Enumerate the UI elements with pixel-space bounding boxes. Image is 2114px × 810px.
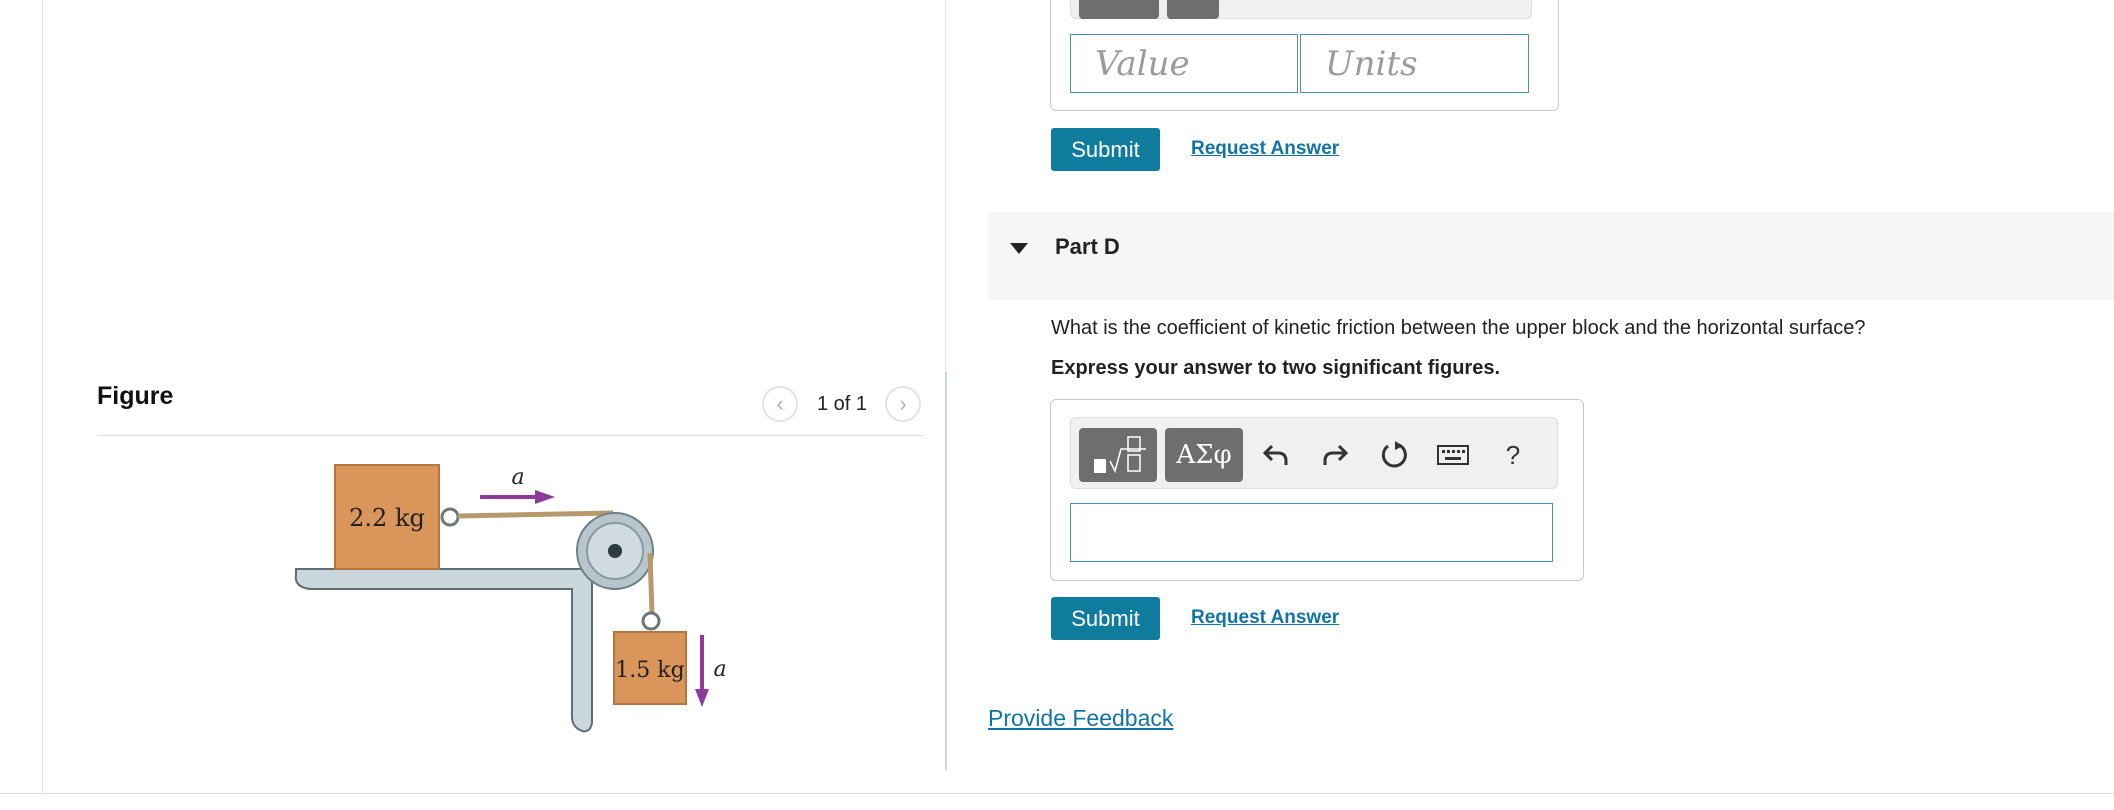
part-d-submit-button[interactable]: Submit: [1051, 597, 1160, 640]
value-field[interactable]: Value: [1070, 34, 1298, 93]
lower-block-label: 1.5 kg: [615, 658, 684, 683]
chevron-right-icon: ›: [899, 391, 907, 416]
part-d-question: What is the coefficient of kinetic frict…: [1051, 317, 1866, 339]
acceleration-label-top: a: [511, 465, 524, 490]
undo-icon[interactable]: [1254, 434, 1298, 476]
previous-figure-button[interactable]: ‹: [762, 386, 798, 422]
part-d-toolbar: ΑΣφ ?: [1070, 417, 1558, 489]
part-c-request-answer-link[interactable]: Request Answer: [1191, 138, 1339, 160]
units-field[interactable]: Units: [1300, 34, 1529, 93]
part-c-submit-button[interactable]: Submit: [1051, 128, 1160, 171]
upper-block-hook: [440, 507, 460, 527]
acceleration-arrowhead-vertical: [695, 689, 709, 707]
column-divider-accent: [945, 372, 947, 770]
value-placeholder: Value: [1095, 43, 1190, 84]
figure-page-indicator: 1 of 1: [817, 393, 868, 415]
provide-feedback-link[interactable]: Provide Feedback: [988, 705, 1173, 732]
part-d-request-answer-link[interactable]: Request Answer: [1191, 607, 1339, 629]
pulley-axle: [608, 544, 622, 558]
left-page-border: [42, 0, 43, 795]
templates-glyph: [1094, 436, 1146, 474]
reset-icon[interactable]: [1372, 434, 1416, 476]
rope-horizontal: [457, 510, 614, 519]
symbols-button[interactable]: ΑΣφ: [1165, 428, 1243, 482]
redo-icon[interactable]: [1313, 434, 1357, 476]
chevron-left-icon: ‹: [776, 391, 784, 416]
help-button[interactable]: ?: [1491, 434, 1535, 476]
figure-title: Figure: [97, 382, 174, 410]
part-d-header[interactable]: [988, 212, 2114, 300]
help-label: ?: [1505, 439, 1521, 470]
part-c-toolbar: [1070, 0, 1532, 19]
pulley-diagram: 2.2 kg a 1.5 kg a: [294, 464, 727, 733]
lower-block-hook: [641, 611, 661, 631]
units-template-icon[interactable]: [1167, 0, 1219, 19]
acceleration-label-side: a: [713, 657, 726, 682]
next-figure-button[interactable]: ›: [885, 386, 921, 422]
upper-block-label: 2.2 kg: [349, 504, 425, 532]
symbols-label: ΑΣφ: [1176, 440, 1232, 470]
units-placeholder: Units: [1325, 43, 1418, 84]
part-d-instruction: Express your answer to two significant f…: [1051, 357, 1500, 379]
keyboard-icon[interactable]: [1431, 434, 1475, 476]
bottom-page-border: [0, 793, 2114, 794]
acceleration-arrowhead-horizontal: [535, 490, 555, 504]
templates-icon[interactable]: [1079, 0, 1159, 19]
caret-down-icon[interactable]: [1010, 243, 1028, 254]
part-d-title: Part D: [1055, 234, 1120, 259]
figure-divider: [97, 435, 923, 436]
rope-vertical: [647, 552, 655, 614]
templates-icon[interactable]: [1079, 428, 1157, 482]
part-d-answer-input[interactable]: [1070, 503, 1553, 562]
table-ledge: [294, 568, 593, 733]
